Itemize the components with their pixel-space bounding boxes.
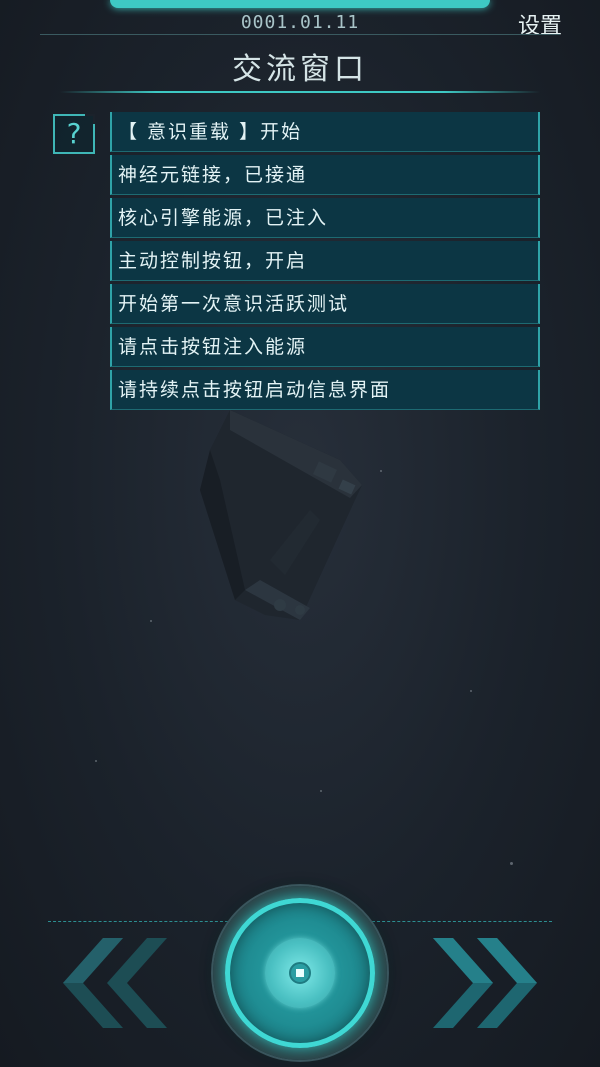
message-line: 开始第一次意识活跃测试 xyxy=(110,284,540,324)
page-title: 交流窗口 xyxy=(232,52,368,87)
header-divider xyxy=(40,34,560,35)
core-ring xyxy=(225,898,375,1048)
message-line: 请点击按钮注入能源 xyxy=(110,327,540,367)
double-chevron-right-icon[interactable] xyxy=(425,938,545,1028)
message-line: 请持续点击按钮启动信息界面 xyxy=(110,370,540,410)
double-chevron-left-icon[interactable] xyxy=(55,938,175,1028)
star xyxy=(510,862,513,865)
core-power-button-icon xyxy=(289,962,311,984)
bottom-divider-right xyxy=(372,921,552,922)
bottom-divider-left xyxy=(48,921,228,922)
message-line: 【 意识重载 】开始 xyxy=(110,112,540,152)
star xyxy=(320,790,322,792)
settings-button[interactable]: 设置 xyxy=(518,8,562,40)
star xyxy=(380,470,382,472)
core-power-button[interactable] xyxy=(213,886,387,1060)
core-center-square xyxy=(296,969,304,977)
core-inner-glow xyxy=(265,938,335,1008)
top-glow-bar xyxy=(110,0,490,8)
message-line: 主动控制按钮，开启 xyxy=(110,241,540,281)
star xyxy=(470,690,472,692)
game-date: 0001.01.11 xyxy=(240,12,360,33)
question-mark-icon[interactable]: ? xyxy=(53,114,95,154)
drifting-spaceship xyxy=(200,410,362,620)
message-line: 神经元链接，已接通 xyxy=(110,155,540,195)
message-log: 【 意识重载 】开始 神经元链接，已接通 核心引擎能源，已注入 主动控制按钮，开… xyxy=(110,112,540,413)
title-underline xyxy=(60,91,540,93)
message-line: 核心引擎能源，已注入 xyxy=(110,198,540,238)
star xyxy=(150,620,152,622)
star xyxy=(95,760,97,762)
